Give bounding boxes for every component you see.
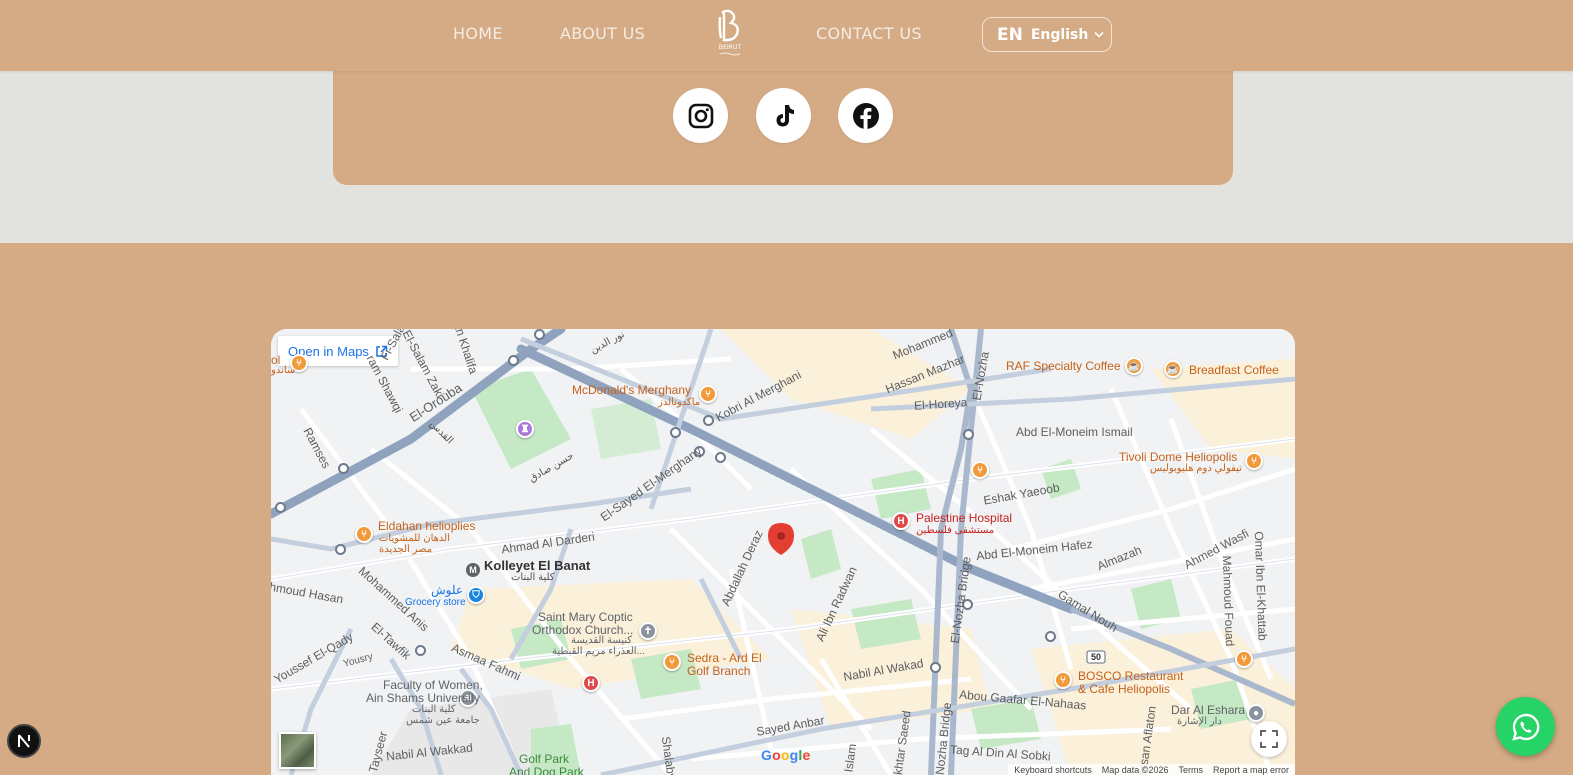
map-label: Faculty of Women, <box>383 678 483 692</box>
map-label: Kolleyet El Banat <box>484 558 591 573</box>
map-label: ماكدونالدز <box>658 397 701 408</box>
place-pin-icon[interactable]: ● <box>1247 704 1265 722</box>
bus-stop-icon[interactable] <box>415 645 426 656</box>
bus-stop-icon[interactable] <box>275 502 286 513</box>
restaurant-pin-icon[interactable]: ⑂ <box>355 525 373 543</box>
map-label: العذراء مريم القبطية... <box>552 646 645 657</box>
facebook-icon <box>852 102 879 129</box>
whatsapp-icon <box>1511 713 1539 741</box>
map-label: McDonald's Merghany <box>572 383 692 397</box>
bus-stop-icon[interactable] <box>715 452 726 463</box>
map-label: Golf Branch <box>687 664 751 678</box>
bus-stop-icon[interactable] <box>335 544 346 555</box>
nextjs-dev-indicator[interactable] <box>7 724 41 758</box>
map-label: Sedra - Ard El <box>687 651 762 665</box>
nav-home-link[interactable]: HOME <box>453 24 503 43</box>
restaurant-pin-icon[interactable]: ⑂ <box>1235 650 1253 668</box>
bus-stop-icon[interactable] <box>508 355 519 366</box>
map-label: Golf Park <box>519 752 570 766</box>
map-label: جامعة عين شمس <box>406 715 480 726</box>
hospital-pin-icon[interactable]: H <box>582 674 600 692</box>
map-label: And Dog Park <box>509 765 584 775</box>
bus-stop-icon[interactable] <box>703 415 714 426</box>
metro-station-icon[interactable]: M <box>466 563 480 577</box>
instagram-icon <box>688 103 713 128</box>
restaurant-pin-icon[interactable]: ⑂ <box>699 385 717 403</box>
map-label: BOSCO Restaurant <box>1078 669 1184 683</box>
whatsapp-button[interactable] <box>1496 697 1555 756</box>
map-label: Saint Mary Coptic <box>538 610 633 624</box>
route-50-label: 50 <box>1091 652 1102 662</box>
bus-stop-icon[interactable] <box>338 463 349 474</box>
map-label: Grocery store <box>405 597 466 608</box>
bus-stop-icon[interactable] <box>534 329 545 340</box>
map-label: Dar Al Eshara <box>1171 703 1246 717</box>
nav-contact-link[interactable]: CONTACT US <box>816 24 922 43</box>
facebook-button[interactable] <box>838 88 893 143</box>
bus-stop-icon[interactable] <box>670 427 681 438</box>
map-label: Ain Shams University <box>366 691 481 705</box>
map-label: ساندو <box>271 365 296 376</box>
beirut-logo[interactable]: BEIRUT <box>713 8 747 58</box>
map-label: & Cafe Heliopolis <box>1078 682 1171 696</box>
language-code: EN <box>997 24 1023 45</box>
map-label: كلية البنات <box>412 704 456 715</box>
nav-about-link[interactable]: ABOUT US <box>560 24 645 43</box>
cafe-pin-icon[interactable]: ☕ <box>1125 357 1143 375</box>
map-label: RAF Specialty Coffee <box>1006 359 1121 373</box>
bus-stop-icon[interactable] <box>1045 631 1056 642</box>
restaurant-pin-icon[interactable]: ⑂ <box>663 653 681 671</box>
top-navbar: HOME ABOUT US BEIRUT CONTACT US EN Engli… <box>0 0 1573 71</box>
tiktok-icon <box>776 104 794 126</box>
landmark-pin-icon[interactable]: ♜ <box>516 420 534 438</box>
tiktok-button[interactable] <box>756 88 811 143</box>
logo-text: BEIRUT <box>719 44 742 51</box>
map-label: دار الإشارة <box>1177 716 1222 727</box>
fullscreen-icon <box>1260 730 1278 748</box>
google-map[interactable]: Open in Maps 50 ⑂ ☕ ☕ ⑂ ⑂ ⑂ ⑂ ⑂ ⑂ ⑂ H H … <box>271 329 1295 775</box>
restaurant-pin-icon[interactable]: ⑂ <box>971 461 989 479</box>
map-data-text: Map data ©2026 <box>1101 765 1169 775</box>
restaurant-pin-icon[interactable]: ⑂ <box>1245 452 1263 470</box>
nextjs-icon <box>18 734 30 748</box>
map-label: Breadfast Coffee <box>1189 363 1279 377</box>
map-label: الدهان للمشويات <box>379 533 450 544</box>
grocery-pin-icon[interactable]: ⛉ <box>467 586 485 604</box>
map-label: كنيسة القديسة <box>571 635 633 646</box>
bus-stop-icon[interactable] <box>930 662 941 673</box>
church-pin-icon[interactable]: ✝ <box>639 622 657 640</box>
bus-stop-icon[interactable] <box>963 429 974 440</box>
satellite-toggle-button[interactable] <box>279 732 316 769</box>
cafe-pin-icon[interactable]: ☕ <box>1164 360 1182 378</box>
language-name: English <box>1030 26 1089 43</box>
report-error-link[interactable]: Report a map error <box>1213 765 1289 775</box>
map-label: تيفولي دوم هليوبوليس <box>1150 463 1242 474</box>
terms-link[interactable]: Terms <box>1178 765 1203 775</box>
map-label: Tivoli Dome Heliopolis <box>1119 450 1238 464</box>
map-label: علوش <box>431 583 463 597</box>
language-selector[interactable]: EN English <box>982 17 1112 52</box>
map-label: مصر الجديدة <box>379 544 433 555</box>
map-label: Eldahan helioplies <box>378 519 476 533</box>
fullscreen-button[interactable] <box>1251 721 1287 757</box>
map-attribution: Keyboard shortcuts Map data ©2026 Terms … <box>1008 764 1295 775</box>
map-label: كلية البنات <box>511 572 555 583</box>
hospital-pin-icon[interactable]: H <box>892 512 910 530</box>
instagram-button[interactable] <box>673 88 728 143</box>
map-label: مستشفى فلسطين <box>916 525 995 536</box>
map-label: Palestine Hospital <box>916 511 1013 525</box>
chevron-down-icon <box>1094 31 1104 38</box>
google-logo: Google <box>761 747 811 763</box>
street-label: Abd El-Moneim Ismail <box>1016 425 1133 439</box>
keyboard-shortcuts-link[interactable]: Keyboard shortcuts <box>1014 765 1092 775</box>
restaurant-pin-icon[interactable]: ⑂ <box>1054 671 1072 689</box>
